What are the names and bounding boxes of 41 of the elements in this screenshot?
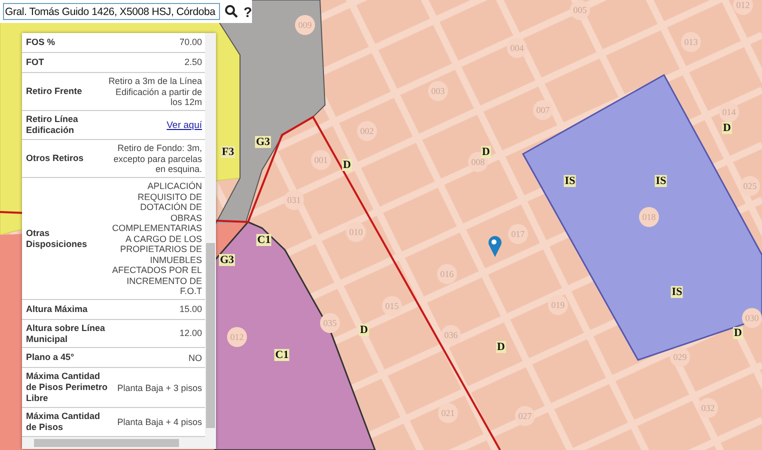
row-value: 15.00 xyxy=(178,304,202,314)
zone-label: D xyxy=(359,324,369,336)
zone-label: IS xyxy=(670,286,684,298)
zone-label: D xyxy=(722,122,732,134)
row-value: 2.50 xyxy=(183,57,202,68)
address-input[interactable]: Gral. Tomás Guido 1426, X5008 HSJ, Córdoba xyxy=(3,3,220,20)
row-label: Retiro Frente xyxy=(26,86,84,98)
row-label: Altura Máxima xyxy=(26,304,89,315)
horizontal-scrollbar[interactable] xyxy=(22,437,216,449)
zone-label: IS xyxy=(564,175,576,187)
view-link[interactable]: Ver aquí xyxy=(166,120,202,131)
zone-label: D xyxy=(496,341,506,353)
search-icon[interactable] xyxy=(225,5,238,18)
row-label: Otros Retiros xyxy=(26,153,85,164)
zone-label: G3 xyxy=(218,254,236,266)
row-label: Máxima Cantidad de Pisos xyxy=(26,411,102,434)
row-label: Altura sobre Línea Municipal xyxy=(26,322,106,345)
zone-label: D xyxy=(342,159,352,171)
vertical-scrollbar[interactable] xyxy=(205,33,216,437)
zone-label: G3 xyxy=(254,136,272,148)
row-label: FOT xyxy=(26,57,45,68)
map-pin-icon[interactable] xyxy=(488,236,502,258)
zone-label: C1 xyxy=(256,234,272,246)
zone-label: C1 xyxy=(274,349,290,361)
row-value: APLICACIÓN REQUISITO DE DOTACIÓN DE OBRAS COMPLEMENTARIAS A CARGO DE LOS PROPIETARIOS DE INMUEBLES AFECTADOS POR EL INCREMENTO DE F.O.T xyxy=(111,181,202,297)
row-label: Plano a 45° xyxy=(26,352,76,364)
zone-label: F3 xyxy=(220,146,236,158)
row-label: Retiro Línea Edificación xyxy=(26,114,80,136)
zone-label: D xyxy=(733,327,743,339)
row-value: Retiro de Fondo: 3m, excepto para parcelas en esquina. xyxy=(112,143,202,175)
row-value: Planta Baja + 4 pisos xyxy=(116,416,202,428)
row-value: 70.00 xyxy=(178,37,202,48)
row-label: Máxima Cantidad de Pisos Perimetro Libre xyxy=(26,371,108,404)
row-value: 12.00 xyxy=(178,328,202,339)
row-label: FOS % xyxy=(26,37,56,48)
zone-label: IS xyxy=(654,175,668,187)
row-value: Planta Baja + 3 pisos xyxy=(116,382,202,394)
row-label: Otras Disposiciones xyxy=(26,228,88,250)
row-value: NO xyxy=(188,352,202,364)
row-value: Retiro a 3m de la Línea Edificación a partir de los 12m xyxy=(108,76,202,108)
help-button[interactable]: ? xyxy=(243,4,252,20)
